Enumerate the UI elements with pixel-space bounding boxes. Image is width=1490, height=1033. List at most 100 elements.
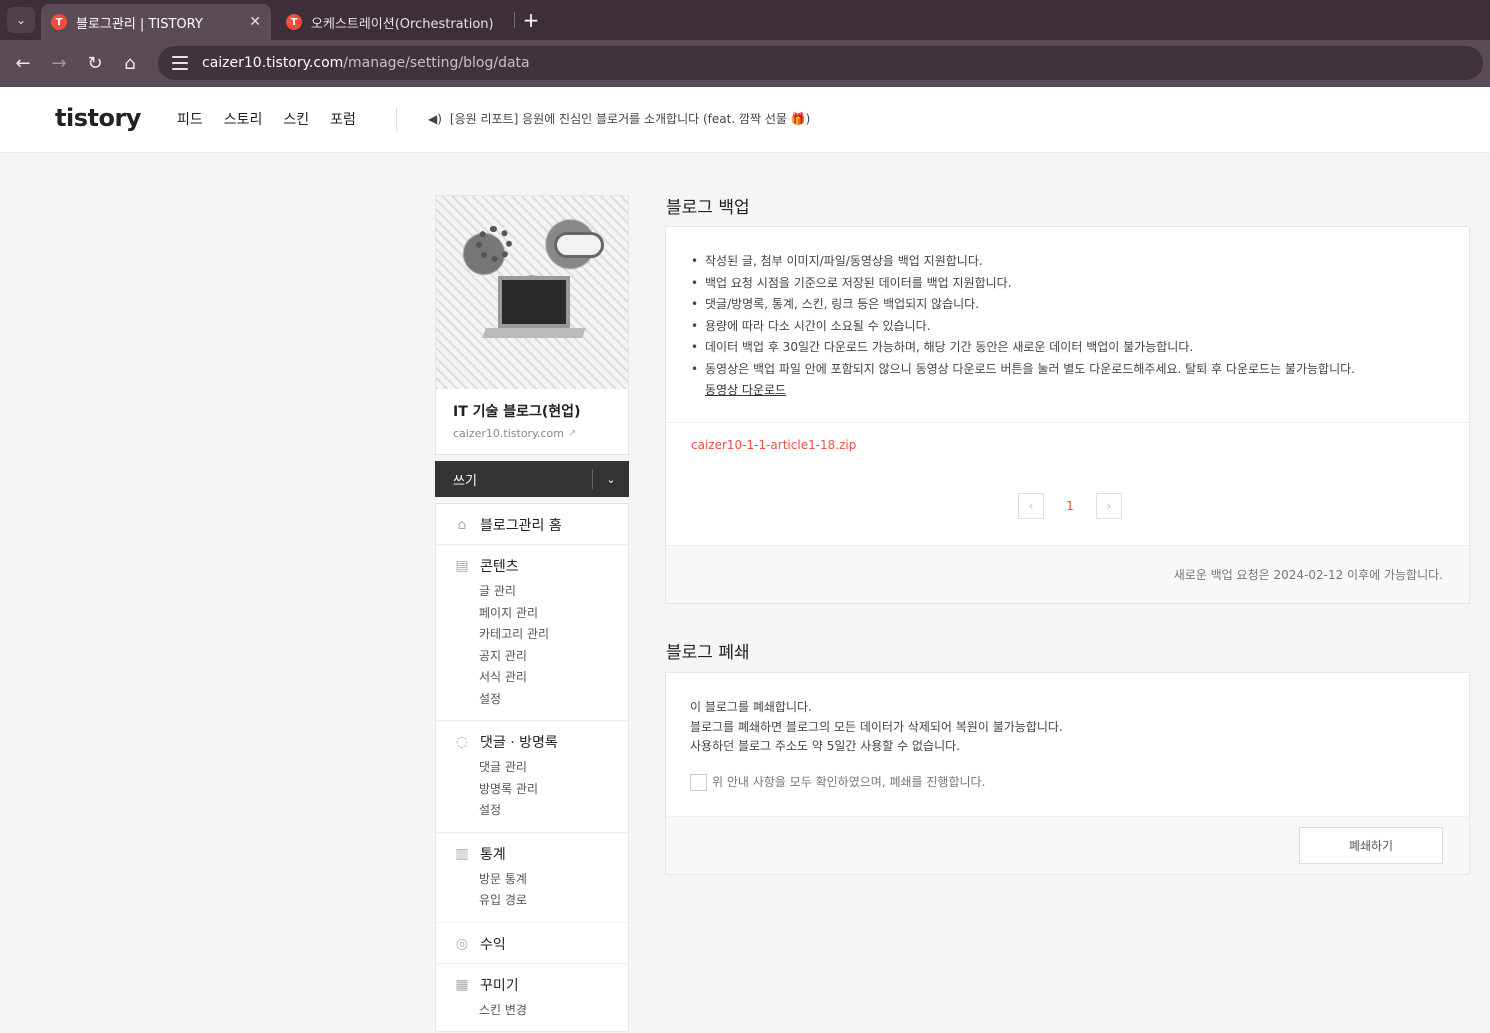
sidebar-subitem-categories[interactable]: 카테고리 관리	[479, 624, 628, 646]
close-section-title: 블로그 폐쇄	[666, 643, 750, 663]
menu-group-design: ▦ 꾸미기 스킨 변경	[436, 962, 628, 1032]
notice-text: [응원 리포트] 응원에 진심인 블로거를 소개합니다 (feat. 깜짝 선물…	[449, 112, 811, 126]
sidebar-subitem-referrers[interactable]: 유입 경로	[479, 890, 628, 912]
gear-illustration	[476, 226, 512, 262]
sidebar-item-stats[interactable]: ▥ 통계	[436, 845, 628, 863]
blog-url-link[interactable]: caizer10.tistory.com ↗	[453, 427, 611, 440]
manage-sidebar: IT 기술 블로그(현업) caizer10.tistory.com ↗ 쓰기 …	[435, 195, 629, 1032]
chevron-down-icon[interactable]: ⌄	[593, 473, 629, 486]
sidebar-menu: ⌂ 블로그관리 홈 ▤ 콘텐츠 글 관리 페이지 관리 카테고리 관리 공지 관…	[435, 503, 629, 1032]
agree-label: 위 안내 사항을 모두 확인하였으며, 폐쇄를 진행합니다.	[712, 774, 986, 789]
sidebar-subitem-guestbook[interactable]: 방명록 관리	[479, 779, 628, 801]
sidebar-item-comments[interactable]: ◌ 댓글 · 방명록	[436, 733, 628, 751]
nav-story[interactable]: 스토리	[224, 109, 263, 129]
header-divider	[396, 107, 397, 131]
blog-profile-image[interactable]	[436, 196, 628, 389]
backup-info-item: 댓글/방명록, 통계, 스킨, 링크 등은 백업되지 않습니다.	[691, 294, 1444, 316]
tab-title: 블로그관리 | TISTORY	[76, 16, 203, 32]
nav-forum[interactable]: 포럼	[330, 109, 356, 129]
menu-group-home: ⌂ 블로그관리 홈	[436, 504, 628, 544]
backup-section-title: 블로그 백업	[666, 198, 750, 218]
agree-checkbox[interactable]	[690, 773, 707, 791]
close-line: 이 블로그를 폐쇄합니다.	[690, 700, 812, 714]
sidebar-subitem-comments[interactable]: 댓글 관리	[479, 757, 628, 779]
laptop-illustration	[498, 276, 570, 328]
next-page-button[interactable]: ›	[1096, 493, 1122, 519]
sidebar-subitem-notices[interactable]: 공지 관리	[479, 646, 628, 668]
close-tab-icon[interactable]: ✕	[249, 14, 261, 30]
close-line: 사용하던 블로그 주소도 약 5일간 사용할 수 없습니다.	[690, 739, 960, 753]
backup-availability-note: 새로운 백업 요청은 2024-02-12 이후에 가능합니다.	[1173, 568, 1443, 582]
address-bar[interactable]: caizer10.tistory.com/manage/setting/blog…	[158, 46, 1483, 80]
backup-panel: 작성된 글, 첨부 이미지/파일/동영상을 백업 지원합니다. 백업 요청 시점…	[665, 226, 1470, 604]
site-settings-icon[interactable]	[172, 56, 188, 70]
backup-info-item: 작성된 글, 첨부 이미지/파일/동영상을 백업 지원합니다.	[691, 251, 1444, 273]
coin-icon: ◎	[455, 935, 469, 952]
close-panel: 이 블로그를 폐쇄합니다. 블로그를 폐쇄하면 블로그의 모든 데이터가 삭제되…	[665, 672, 1470, 875]
video-download-link[interactable]: 동영상 다운로드	[705, 380, 786, 402]
menu-group-comments: ◌ 댓글 · 방명록 댓글 관리 방명록 관리 설정	[436, 720, 628, 832]
laptop-base-illustration	[482, 328, 586, 338]
tab-search-button[interactable]: ⌄	[7, 7, 35, 33]
tab-blog-manage[interactable]: T 블로그관리 | TISTORY ✕	[41, 4, 271, 40]
sidebar-subitem-templates[interactable]: 서식 관리	[479, 667, 628, 689]
sidebar-item-design[interactable]: ▦ 꾸미기	[436, 976, 628, 994]
tistory-favicon-icon: T	[286, 14, 302, 30]
sidebar-subitem-content-settings[interactable]: 설정	[479, 689, 628, 711]
write-label: 쓰기	[453, 473, 477, 489]
backup-info-item: 용량에 따라 다소 시간이 소요될 수 있습니다.	[691, 316, 1444, 338]
sidebar-item-home[interactable]: ⌂ 블로그관리 홈	[436, 516, 628, 534]
close-description: 이 블로그를 폐쇄합니다. 블로그를 폐쇄하면 블로그의 모든 데이터가 삭제되…	[666, 673, 1469, 792]
layout-icon: ▦	[455, 976, 469, 993]
backup-info-item: 백업 요청 시점을 기준으로 저장된 데이터를 백업 지원합니다.	[691, 273, 1444, 295]
menu-group-stats: ▥ 통계 방문 통계 유입 경로	[436, 831, 628, 922]
reload-button[interactable]: ↻	[82, 50, 108, 76]
site-header: tistory 피드 스토리 스킨 포럼 ◀) [응원 리포트] 응원에 진심인…	[0, 87, 1490, 153]
speech-bubble-icon: ◌	[455, 734, 469, 750]
sidebar-subitem-comment-settings[interactable]: 설정	[479, 800, 628, 822]
sidebar-item-contents[interactable]: ▤ 콘텐츠	[436, 557, 628, 575]
blog-profile-card: IT 기술 블로그(현업) caizer10.tistory.com ↗	[435, 195, 629, 455]
close-line: 블로그를 폐쇄하면 블로그의 모든 데이터가 삭제되어 복원이 불가능합니다.	[690, 719, 1063, 734]
backup-info-list: 작성된 글, 첨부 이미지/파일/동영상을 백업 지원합니다. 백업 요청 시점…	[666, 227, 1469, 402]
tistory-logo[interactable]: tistory	[55, 104, 141, 132]
sidebar-subitem-pages[interactable]: 페이지 관리	[479, 603, 628, 625]
pagination: ‹ 1 ›	[1018, 493, 1122, 519]
tab-title: 오케스트레이션(Orchestration)	[311, 16, 494, 32]
forward-button[interactable]: →	[46, 50, 72, 76]
sidebar-subitem-change-skin[interactable]: 스킨 변경	[479, 1000, 628, 1022]
tab-separator	[514, 12, 515, 28]
document-icon: ▤	[455, 558, 469, 574]
bar-chart-icon: ▥	[455, 845, 469, 862]
backup-zip-link[interactable]: caizer10-1-1-article1-18.zip	[666, 423, 1469, 467]
page-number[interactable]: 1	[1058, 499, 1082, 513]
tistory-favicon-icon: T	[51, 14, 67, 30]
cloud-illustration	[554, 232, 604, 258]
back-button[interactable]: ←	[10, 50, 36, 76]
backup-info-item: 동영상은 백업 파일 안에 포함되지 않으니 동영상 다운로드 버튼을 눌러 별…	[691, 359, 1444, 402]
backup-info-item: 데이터 백업 후 30일간 다운로드 가능하며, 해당 기간 동안은 새로운 데…	[691, 337, 1444, 359]
url-text: caizer10.tistory.com/manage/setting/blog…	[202, 55, 530, 71]
nav-feed[interactable]: 피드	[177, 109, 203, 129]
home-button[interactable]: ⌂	[117, 50, 143, 76]
close-footer: 폐쇄하기	[666, 816, 1469, 874]
agree-checkbox-row[interactable]: 위 안내 사항을 모두 확인하였으며, 폐쇄를 진행합니다.	[690, 773, 1445, 793]
backup-footer: 새로운 백업 요청은 2024-02-12 이후에 가능합니다.	[666, 545, 1469, 603]
external-link-icon: ↗	[568, 428, 577, 439]
prev-page-button[interactable]: ‹	[1018, 493, 1044, 519]
notice-banner[interactable]: ◀) [응원 리포트] 응원에 진심인 블로거를 소개합니다 (feat. 깜짝…	[428, 110, 810, 127]
close-blog-button[interactable]: 폐쇄하기	[1299, 827, 1443, 864]
global-nav: 피드 스토리 스킨 포럼	[177, 109, 356, 129]
menu-group-contents: ▤ 콘텐츠 글 관리 페이지 관리 카테고리 관리 공지 관리 서식 관리 설정	[436, 544, 628, 720]
sidebar-subitem-posts[interactable]: 글 관리	[479, 581, 628, 603]
blog-title[interactable]: IT 기술 블로그(현업)	[453, 401, 611, 421]
sidebar-subitem-visit-stats[interactable]: 방문 통계	[479, 869, 628, 891]
sidebar-item-revenue[interactable]: ◎ 수익	[436, 935, 628, 953]
menu-group-revenue: ◎ 수익	[436, 921, 628, 963]
nav-skin[interactable]: 스킨	[283, 109, 309, 129]
browser-toolbar: ← → ↻ ⌂ caizer10.tistory.com/manage/sett…	[0, 40, 1490, 87]
new-tab-button[interactable]: +	[520, 8, 542, 32]
tab-orchestration[interactable]: T 오케스트레이션(Orchestration)	[276, 4, 508, 40]
write-button[interactable]: 쓰기 ⌄	[435, 461, 629, 497]
speaker-icon: ◀)	[428, 111, 442, 126]
